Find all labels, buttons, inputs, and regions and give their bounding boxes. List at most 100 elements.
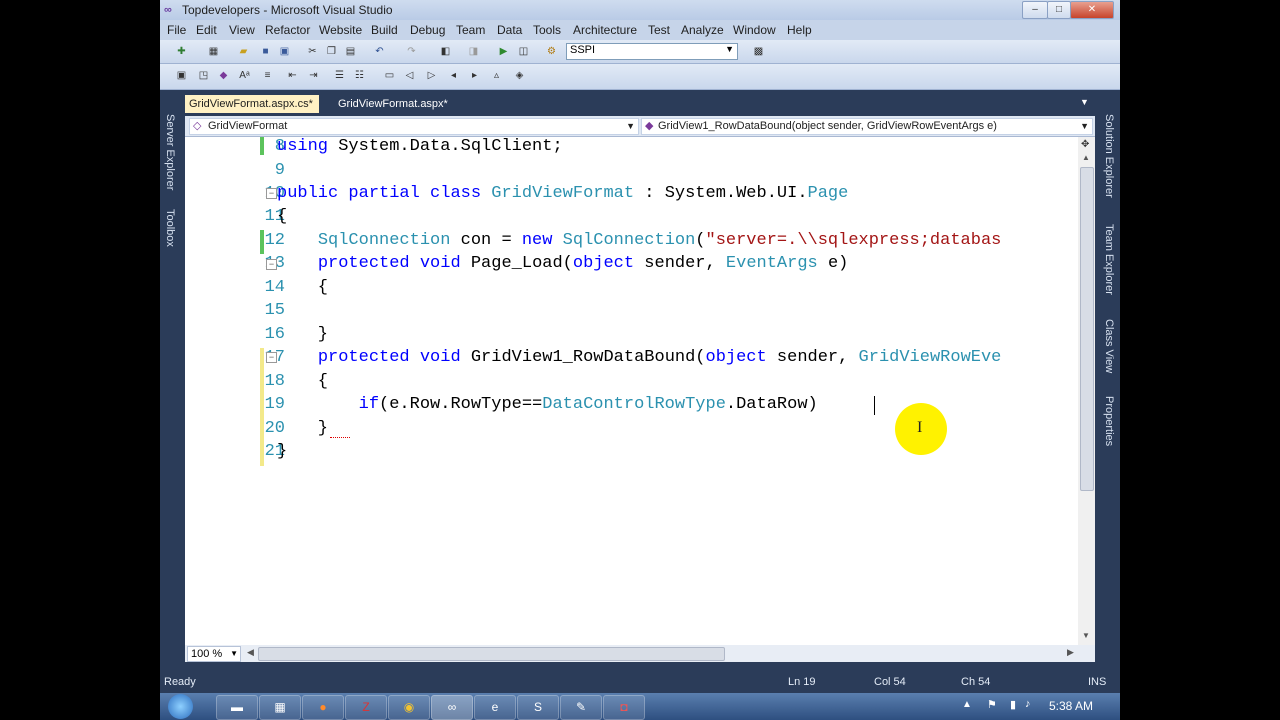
type-dropdown[interactable]: ◇ GridViewFormat ▼ — [189, 118, 639, 135]
object-browser-icon[interactable]: ▣ — [174, 68, 189, 83]
app-taskbar-icon[interactable]: ◘ — [603, 695, 645, 720]
action-center-icon[interactable]: ⚑ — [987, 698, 997, 711]
menu-view[interactable]: View — [229, 23, 255, 37]
server-explorer-tab[interactable]: Server Explorer — [164, 114, 176, 190]
attach-icon[interactable]: ◫ — [516, 44, 531, 59]
tab-gridviewformat-cs[interactable]: GridViewFormat.aspx.cs* — [185, 95, 319, 113]
maximize-button[interactable]: □ — [1047, 1, 1071, 19]
minimize-button[interactable]: – — [1022, 1, 1048, 19]
navigate-forward-icon[interactable]: ◨ — [466, 44, 481, 59]
uncomment-icon[interactable]: ☷ — [352, 68, 367, 83]
menu-help[interactable]: Help — [787, 23, 812, 37]
scroll-down-icon[interactable]: ▼ — [1082, 631, 1090, 640]
save-all-icon[interactable]: ▣ — [277, 44, 292, 59]
code-line: if(e.Row.RowType==DataControlRowType.Dat… — [358, 395, 818, 414]
team-explorer-tab[interactable]: Team Explorer — [1103, 224, 1115, 295]
open-file-icon[interactable]: ▰ — [236, 44, 251, 59]
configuration-dropdown[interactable]: SSPI ▼ — [566, 43, 738, 60]
zoom-dropdown[interactable]: 100 % ▼ — [187, 646, 241, 662]
menu-website[interactable]: Website — [319, 23, 362, 37]
list-members-icon[interactable]: ◳ — [196, 68, 211, 83]
vertical-scrollbar[interactable]: ✥ ▲ ▼ — [1078, 137, 1095, 645]
class-view-tab[interactable]: Class View — [1103, 319, 1115, 373]
scroll-thumb[interactable] — [1080, 167, 1094, 491]
code-navigation-bar: ◇ GridViewFormat ▼ ◆ GridView1_RowDataBo… — [185, 116, 1095, 137]
member-dropdown[interactable]: ◆ GridView1_RowDataBound(object sender, … — [641, 118, 1093, 135]
horizontal-scroll-thumb[interactable] — [258, 647, 725, 661]
copy-icon[interactable]: ❐ — [324, 44, 339, 59]
visual-studio-taskbar-icon[interactable]: ∞ — [431, 695, 473, 720]
ie-taskbar-icon[interactable]: e — [474, 695, 516, 720]
properties-tab[interactable]: Properties — [1103, 396, 1115, 446]
add-item-icon[interactable]: ▦ — [206, 44, 221, 59]
tools-taskbar-icon[interactable]: ✎ — [560, 695, 602, 720]
volume-icon[interactable]: ♪ — [1025, 698, 1031, 710]
previous-bookmark-icon[interactable]: ◁ — [402, 68, 417, 83]
parameter-info-icon[interactable]: ◆ — [216, 68, 231, 83]
redo-icon[interactable]: ↷ — [404, 44, 419, 59]
code-editor[interactable]: 89101112131415161718192021 − − − using S… — [185, 137, 1095, 645]
complete-word-icon[interactable]: ≡ — [260, 68, 275, 83]
menu-test[interactable]: Test — [648, 23, 670, 37]
new-project-icon[interactable]: ✚ — [174, 44, 189, 59]
menu-architecture[interactable]: Architecture — [573, 23, 637, 37]
menu-file[interactable]: File — [167, 23, 186, 37]
bookmark-icon[interactable]: ▭ — [382, 68, 397, 83]
menu-data[interactable]: Data — [497, 23, 522, 37]
scroll-left-icon[interactable]: ◀ — [247, 647, 254, 658]
clear-bookmarks-icon[interactable]: ▵ — [489, 68, 504, 83]
tab-list-chevron-icon[interactable]: ▼ — [1080, 97, 1089, 107]
close-button[interactable]: ✕ — [1070, 1, 1114, 19]
tray-arrow-icon[interactable]: ▲ — [962, 699, 972, 710]
menu-build[interactable]: Build — [371, 23, 398, 37]
filezilla-taskbar-icon[interactable]: Z — [345, 695, 387, 720]
solution-explorer-tab[interactable]: Solution Explorer — [1103, 114, 1115, 198]
find-in-files-icon[interactable]: ▩ — [751, 44, 766, 59]
scroll-up-icon[interactable]: ▲ — [1082, 153, 1090, 162]
comment-out-icon[interactable]: ☰ — [332, 68, 347, 83]
quick-info-icon[interactable]: Aᵃ — [237, 68, 252, 83]
firefox-taskbar-icon[interactable]: ● — [302, 695, 344, 720]
document-tabs: GridViewFormat.aspx.cs* GridViewFormat.a… — [185, 94, 1095, 115]
save-icon[interactable]: ■ — [258, 44, 273, 59]
status-ready: Ready — [164, 676, 196, 688]
navigate-backward-icon[interactable]: ◧ — [438, 44, 453, 59]
chrome-taskbar-icon[interactable]: ◉ — [388, 695, 430, 720]
paint-taskbar-icon[interactable]: ▦ — [259, 695, 301, 720]
menu-tools[interactable]: Tools — [533, 23, 561, 37]
increase-indent-icon[interactable]: ⇥ — [306, 68, 321, 83]
clock[interactable]: 5:38 AM — [1049, 699, 1093, 713]
chevron-down-icon: ▼ — [725, 44, 734, 54]
unsaved-change-marker — [260, 348, 264, 466]
collapse-icon[interactable]: − — [266, 352, 277, 363]
start-debugging-icon[interactable]: ▶ — [496, 44, 511, 59]
bookmark-window-icon[interactable]: ◈ — [512, 68, 527, 83]
paste-icon[interactable]: ▤ — [343, 44, 358, 59]
decrease-indent-icon[interactable]: ⇤ — [285, 68, 300, 83]
windows-taskbar: ▬ ▦ ● Z ◉ ∞ e S ✎ ◘ ▲ ⚑ ▮ ♪ 5:38 AM — [160, 693, 1120, 720]
cut-icon[interactable]: ✂ — [305, 44, 320, 59]
vs-logo-icon: ∞ — [164, 4, 172, 16]
right-tool-strip: Solution Explorer Team Explorer Class Vi… — [1100, 94, 1120, 693]
collapse-icon[interactable]: − — [266, 188, 277, 199]
menu-window[interactable]: Window — [733, 23, 776, 37]
scroll-right-icon[interactable]: ▶ — [1067, 647, 1074, 658]
explorer-taskbar-icon[interactable]: ▬ — [216, 695, 258, 720]
network-icon[interactable]: ▮ — [1010, 698, 1016, 711]
collapse-icon[interactable]: − — [266, 259, 277, 270]
config-icon[interactable]: ⚙ — [544, 44, 559, 59]
tab-gridviewformat-aspx[interactable]: GridViewFormat.aspx* — [334, 95, 462, 113]
menu-analyze[interactable]: Analyze — [681, 23, 724, 37]
menu-debug[interactable]: Debug — [410, 23, 445, 37]
toolbox-tab[interactable]: Toolbox — [164, 209, 176, 247]
start-button-icon[interactable] — [168, 694, 193, 719]
next-bookmark-folder-icon[interactable]: ▸ — [467, 68, 482, 83]
menu-team[interactable]: Team — [456, 23, 485, 37]
undo-icon[interactable]: ↶ — [372, 44, 387, 59]
skype-taskbar-icon[interactable]: S — [517, 695, 559, 720]
prev-bookmark-folder-icon[interactable]: ◂ — [446, 68, 461, 83]
split-icon[interactable]: ✥ — [1081, 139, 1089, 150]
next-bookmark-icon[interactable]: ▷ — [424, 68, 439, 83]
menu-edit[interactable]: Edit — [196, 23, 217, 37]
menu-refactor[interactable]: Refactor — [265, 23, 310, 37]
